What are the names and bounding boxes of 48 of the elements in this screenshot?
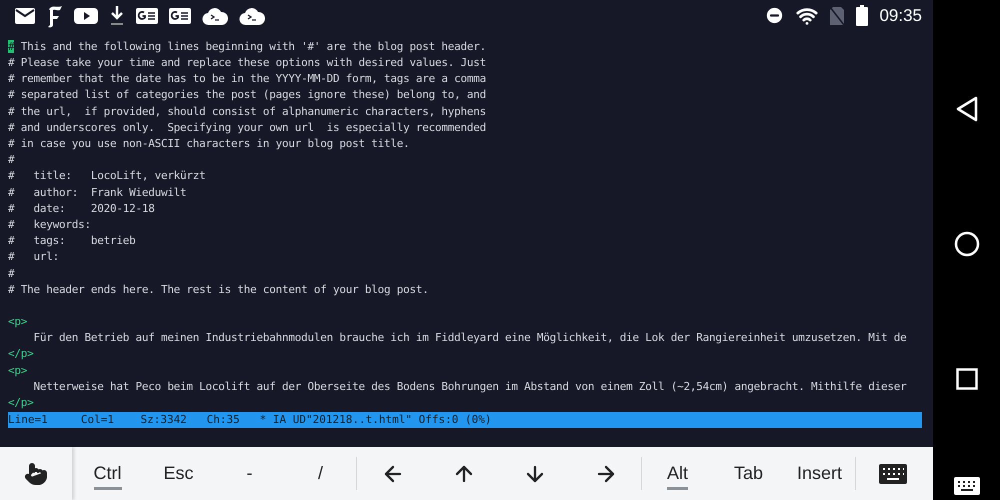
html-tag-line: <p> [8,314,28,330]
text-cursor: # [8,40,14,53]
keyboard-icon [878,464,906,484]
keyboard-key[interactable]: Alt [642,447,713,500]
html-tag-line: </p> [8,346,34,362]
pointer-hand-icon [24,462,48,486]
code-line: # [8,152,16,168]
translate-icon[interactable] [136,6,158,25]
keyboard-key[interactable]: / [285,447,356,500]
back-icon [956,96,978,122]
cloud-terminal-icon[interactable] [239,6,265,26]
code-line: # Please take your time and replace these options with desired values. Just [8,55,487,72]
code-line: # [8,266,16,282]
code-line: # and underscores only. Specifying your own url is especially recommended [8,120,487,136]
cloud-terminal-icon[interactable] [202,6,228,26]
video-icon[interactable] [74,6,98,25]
code-line: Netterweise hat Peco beim Locolift auf der Oberseite des Bodens Bohrungen im Abstand von einem Zoll (~2,54cm) angebracht. Mithilfe dieser [32,378,908,395]
code-line: # url: [8,249,60,266]
code-line: # author: Frank Wieduwilt [8,184,188,201]
download-icon[interactable] [109,4,125,27]
keyboard-key[interactable]: Ctrl [72,447,143,500]
keyboard-key[interactable]: - [214,447,285,500]
code-line: Für den Betrieb auf meinen Industriebahnmodulen brauche ich im Fiddleyard eine Möglichkeit, die Lok der Rangiereinheit umzusetzen. Mit de [32,330,908,346]
code-line: # in case you use non-ASCII characters in your blog post title. [8,136,410,152]
code-line: # The header ends here. The rest is the content of your blog post. [8,282,430,298]
translate-icon[interactable] [169,6,191,25]
code-line: # keywords: [8,216,92,233]
code-line: # tags: betrieb [8,233,136,250]
code-line: # remember that the date has to be in the YYYY-MM-DD form, tags are a comma [8,71,487,88]
code-line: # the url, if provided, should consist of alphanumeric characters, hyphens [8,104,487,120]
code-line: # date: 2020-12-18 [8,200,156,217]
html-tag-line: </p> [8,395,34,411]
code-line: # separated list of categories the post (pages ignore these) belong to, and [8,87,487,104]
keyboard-key[interactable]: Esc [143,447,214,500]
fraktur-letter-icon[interactable] [47,4,63,28]
keyboard-key[interactable]: Tab [713,447,784,500]
html-tag-line: <p> [8,362,28,379]
battery-icon[interactable] [856,5,868,26]
mail-icon[interactable] [14,6,36,25]
code-line: # This and the following lines beginning with '#' are the blog post header. [8,38,487,55]
recents-icon [956,368,978,390]
keyboard-icon [954,476,980,495]
do-not-disturb-icon[interactable] [764,5,786,26]
keyboard-key[interactable]: Insert [784,447,855,500]
code-line: # title: LocoLift, verkürzt [8,168,207,184]
clock: 09:35 [879,6,922,26]
home-icon [954,231,980,258]
no-sim-icon[interactable] [829,6,846,26]
